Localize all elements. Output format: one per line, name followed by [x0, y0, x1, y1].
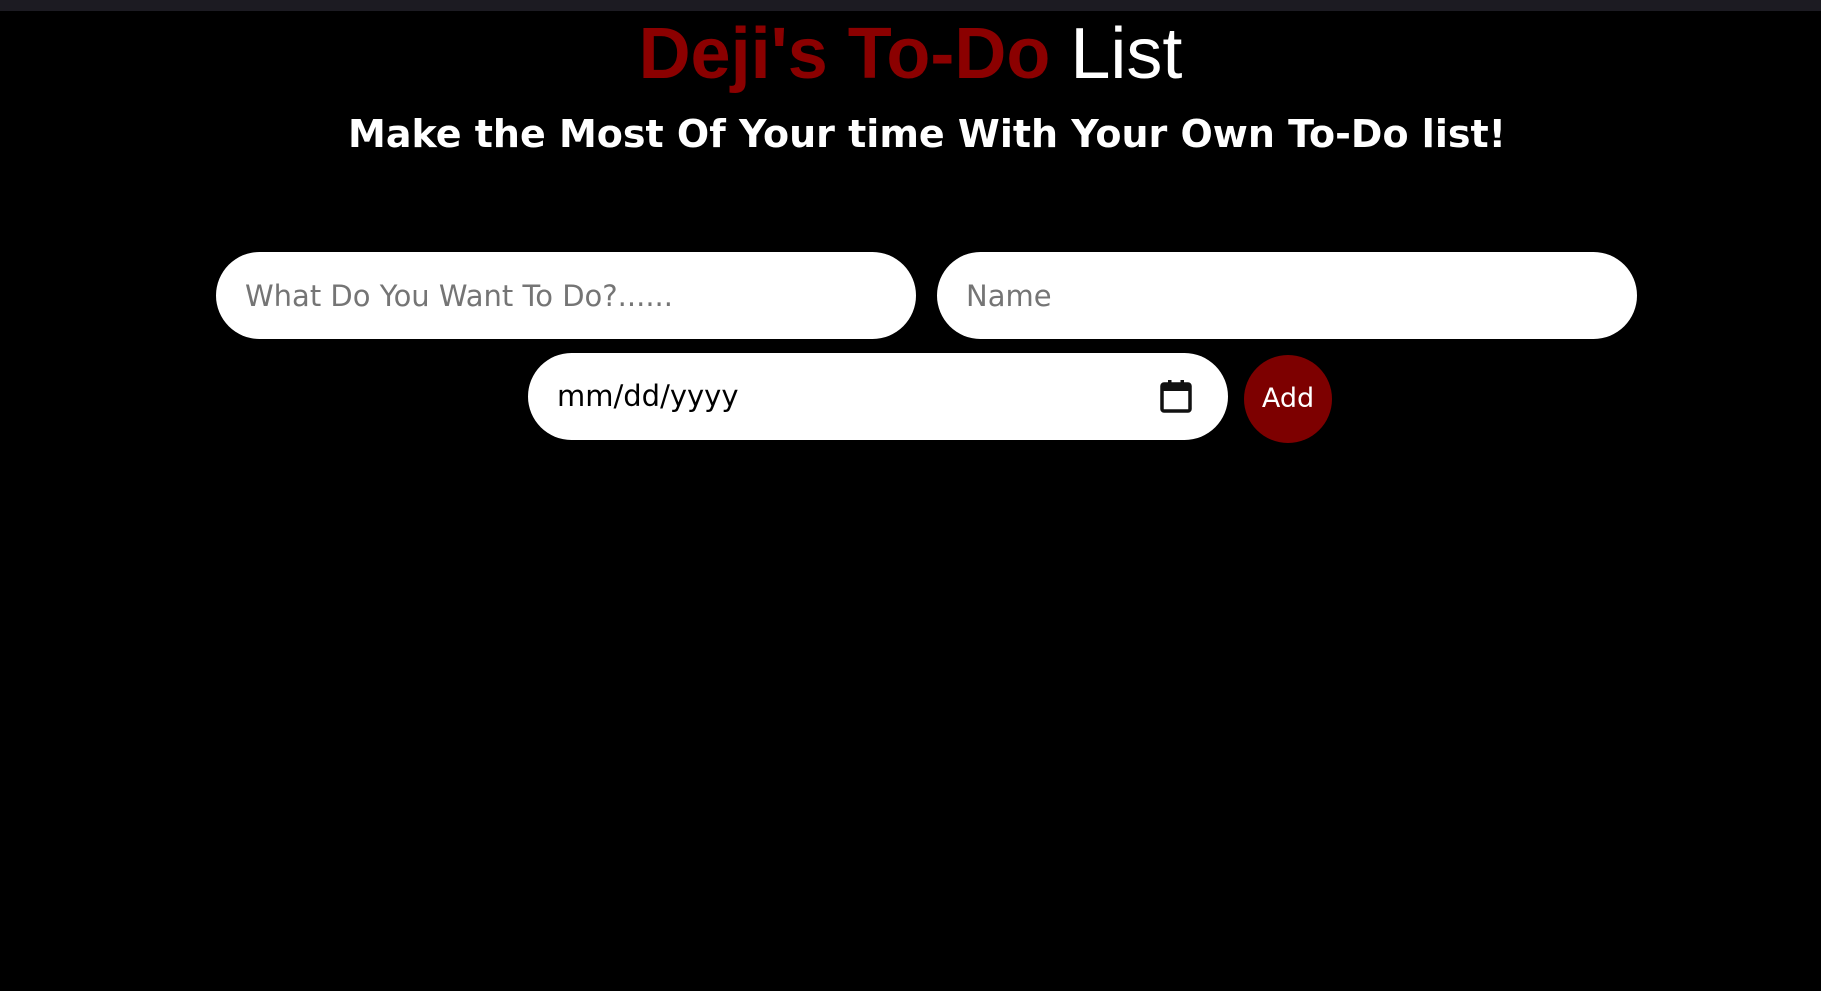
calendar-icon[interactable] — [1160, 379, 1192, 413]
page-title-accent: Deji's To-Do — [638, 14, 1051, 94]
name-input[interactable] — [937, 252, 1637, 339]
browser-top-bar — [0, 0, 1821, 11]
add-button[interactable]: Add — [1244, 355, 1332, 443]
page-subtitle: Make the Most Of Your time With Your Own… — [348, 112, 1506, 156]
task-input[interactable] — [216, 252, 916, 339]
date-input[interactable]: mm/dd/yyyy — [528, 353, 1228, 440]
date-input-value: mm/dd/yyyy — [557, 379, 739, 413]
page-title-rest: List — [1070, 14, 1183, 94]
page-title: Deji's To-Do List — [0, 12, 1821, 96]
